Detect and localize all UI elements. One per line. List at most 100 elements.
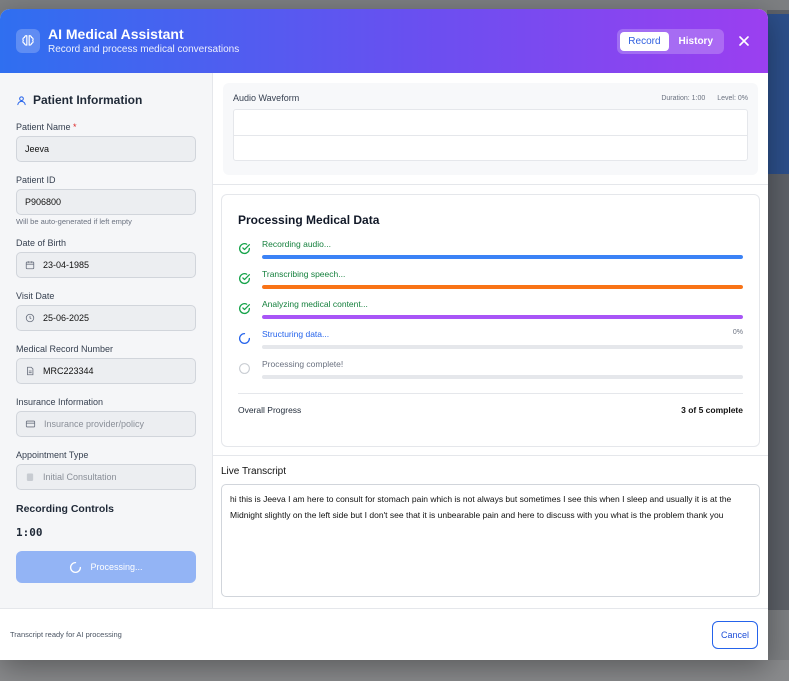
processing-step-progress-fill xyxy=(262,255,743,259)
tab-record[interactable]: Record xyxy=(620,31,669,51)
processing-step: Transcribing speech... xyxy=(238,269,743,289)
processing-step-row: Processing complete! xyxy=(262,359,743,370)
mrn-input[interactable]: MRC223344 xyxy=(16,358,196,384)
transcript-textarea[interactable]: hi this is Jeeva I am here to consult fo… xyxy=(221,484,760,597)
processing-step: Processing complete! xyxy=(238,359,743,379)
patient-name-value: Jeeva xyxy=(25,144,50,154)
patient-info-heading: Patient Information xyxy=(16,93,196,107)
brain-icon xyxy=(16,29,40,53)
dob-value: 23-04-1985 xyxy=(43,260,90,270)
patient-id-value: P906800 xyxy=(25,197,62,207)
insurance-placeholder: Insurance provider/policy xyxy=(44,419,145,429)
processing-step-progress-bar xyxy=(262,285,743,289)
check-circle-icon xyxy=(238,242,252,256)
processing-step-progress-fill xyxy=(262,285,743,289)
processing-step-label: Structuring data... xyxy=(262,329,330,339)
calendar-icon xyxy=(25,260,35,270)
appointment-type-label: Appointment Type xyxy=(16,450,89,460)
processing-step-body: Analyzing medical content... xyxy=(262,299,743,319)
overall-progress: Overall Progress 3 of 5 complete xyxy=(238,393,743,415)
processing-step-row: Structuring data... 0% xyxy=(262,329,743,340)
main-panel: Audio Waveform Duration: 1:00 Level: 0% … xyxy=(213,73,768,608)
visit-date-value: 25-06-2025 xyxy=(43,313,90,323)
transcript-title: Live Transcript xyxy=(221,466,287,477)
processing-step-percent: 0% xyxy=(732,329,743,336)
processing-card: Processing Medical Data Recording audio.… xyxy=(221,194,760,447)
patient-id-input[interactable]: P906800 xyxy=(16,189,196,215)
overall-progress-label: Overall Progress xyxy=(238,405,302,415)
patient-info-title: Patient Information xyxy=(33,93,143,107)
dob-label: Date of Birth xyxy=(16,238,67,248)
modal-header: AI Medical Assistant Record and process … xyxy=(0,9,768,73)
processing-step-progress-bar xyxy=(262,255,743,259)
background-bottom xyxy=(0,660,789,681)
processing-step: Structuring data... 0% xyxy=(238,329,743,349)
waveform-meta: Duration: 1:00 Level: 0% xyxy=(651,95,748,102)
modal-body: Patient Information Patient Name * Jeeva… xyxy=(0,73,768,608)
processing-step-body: Recording audio... xyxy=(262,239,743,259)
processing-step: Analyzing medical content... xyxy=(238,299,743,319)
footer-status: Transcript ready for AI processing xyxy=(10,630,122,639)
processing-title: Processing Medical Data xyxy=(238,213,380,227)
required-mark: * xyxy=(73,122,77,132)
user-icon xyxy=(17,95,26,105)
overall-progress-value: 3 of 5 complete xyxy=(681,405,743,415)
background-accent-panel xyxy=(767,14,789,174)
patient-id-label: Patient ID xyxy=(16,175,56,185)
appointment-type-select[interactable]: Initial Consultation xyxy=(16,464,196,490)
processing-step-progress-bar xyxy=(262,345,743,349)
appointment-type-value: Initial Consultation xyxy=(43,472,117,482)
recording-controls-title: Recording Controls xyxy=(16,503,115,515)
patient-name-input[interactable]: Jeeva xyxy=(16,136,196,162)
processing-button[interactable]: Processing... xyxy=(16,551,196,583)
waveform-baseline xyxy=(234,135,747,136)
tab-history[interactable]: History xyxy=(671,32,721,51)
processing-step-row: Analyzing medical content... xyxy=(262,299,743,310)
waveform-duration: Duration: 1:00 xyxy=(661,94,706,102)
processing-step-label: Transcribing speech... xyxy=(262,269,346,279)
waveform-level: Level: 0% xyxy=(717,94,748,102)
ai-medical-assistant-modal: AI Medical Assistant Record and process … xyxy=(0,9,768,660)
close-icon[interactable] xyxy=(736,33,752,49)
check-circle-icon xyxy=(238,302,252,316)
mrn-label: Medical Record Number xyxy=(16,344,114,354)
processing-step-row: Transcribing speech... xyxy=(262,269,743,280)
patient-name-label: Patient Name * xyxy=(16,122,77,132)
clipboard-icon xyxy=(25,472,35,482)
check-circle-icon xyxy=(238,272,252,286)
document-icon xyxy=(25,366,35,376)
processing-step-progress-bar xyxy=(262,375,743,379)
loading-spinner-icon xyxy=(238,332,252,346)
dob-input[interactable]: 23-04-1985 xyxy=(16,252,196,278)
waveform-header: Audio Waveform Duration: 1:00 Level: 0% xyxy=(233,93,748,103)
processing-step-progress-fill xyxy=(262,315,743,319)
waveform-section: Audio Waveform Duration: 1:00 Level: 0% xyxy=(213,73,768,185)
waveform-title: Audio Waveform xyxy=(233,93,300,103)
processing-steps: Recording audio... Transcribing speech...… xyxy=(238,239,743,379)
visit-date-label: Visit Date xyxy=(16,291,55,301)
patient-panel: Patient Information Patient Name * Jeeva… xyxy=(0,73,213,608)
mrn-value: MRC223344 xyxy=(43,366,94,376)
processing-step-progress-bar xyxy=(262,315,743,319)
clock-icon xyxy=(25,313,35,323)
modal-subtitle: Record and process medical conversations xyxy=(48,44,240,55)
processing-step-body: Transcribing speech... xyxy=(262,269,743,289)
header-titles: AI Medical Assistant Record and process … xyxy=(48,26,239,56)
processing-step-label: Processing complete! xyxy=(262,359,344,369)
cancel-button[interactable]: Cancel xyxy=(711,620,758,649)
waveform-canvas xyxy=(233,109,748,161)
modal-footer: Transcript ready for AI processing Cance… xyxy=(0,608,768,660)
insurance-input[interactable]: Insurance provider/policy xyxy=(16,411,196,437)
visit-date-input[interactable]: 25-06-2025 xyxy=(16,305,196,331)
processing-button-label: Processing... xyxy=(90,562,143,572)
patient-id-hint: Will be auto-generated if left empty xyxy=(16,217,132,226)
view-tabs: Record History xyxy=(617,28,724,54)
processing-step-label: Analyzing medical content... xyxy=(262,299,368,309)
waveform-card: Audio Waveform Duration: 1:00 Level: 0% xyxy=(223,83,758,175)
transcript-section: Live Transcript hi this is Jeeva I am he… xyxy=(213,455,768,597)
spinner-icon xyxy=(69,561,82,574)
processing-step-row: Recording audio... xyxy=(262,239,743,250)
insurance-label: Insurance Information xyxy=(16,397,104,407)
processing-step: Recording audio... xyxy=(238,239,743,259)
processing-step-body: Structuring data... 0% xyxy=(262,329,743,349)
